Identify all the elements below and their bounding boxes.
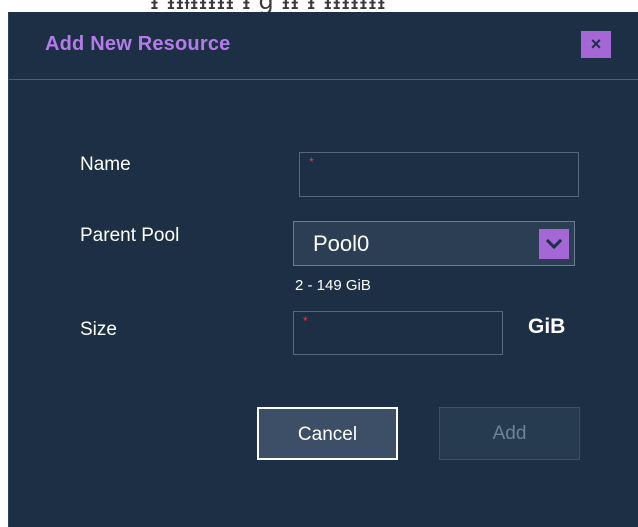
- parent-pool-label: Parent Pool: [80, 225, 180, 246]
- dialog-header: Add New Resource ×: [9, 12, 638, 80]
- cancel-button[interactable]: Cancel: [257, 407, 398, 460]
- add-resource-dialog: Add New Resource × Name * Parent Pool Po…: [8, 12, 638, 527]
- parent-pool-selected-value: Pool0: [313, 231, 370, 256]
- chevron-down-icon-glyph: [546, 238, 562, 250]
- size-input[interactable]: *: [293, 311, 503, 355]
- required-indicator: *: [309, 155, 314, 169]
- add-button[interactable]: Add: [439, 407, 580, 460]
- name-label: Name: [80, 154, 131, 175]
- name-input[interactable]: *: [299, 152, 579, 197]
- dialog-title: Add New Resource: [45, 33, 231, 55]
- close-icon: ×: [590, 34, 602, 54]
- close-button[interactable]: ×: [581, 31, 611, 58]
- parent-pool-select[interactable]: Pool0: [293, 221, 575, 266]
- size-label: Size: [80, 319, 117, 340]
- size-unit-label: GiB: [528, 315, 566, 338]
- size-range-hint: 2 - 149 GiB: [295, 277, 371, 294]
- chevron-down-icon[interactable]: [539, 229, 569, 259]
- required-indicator: *: [303, 314, 308, 328]
